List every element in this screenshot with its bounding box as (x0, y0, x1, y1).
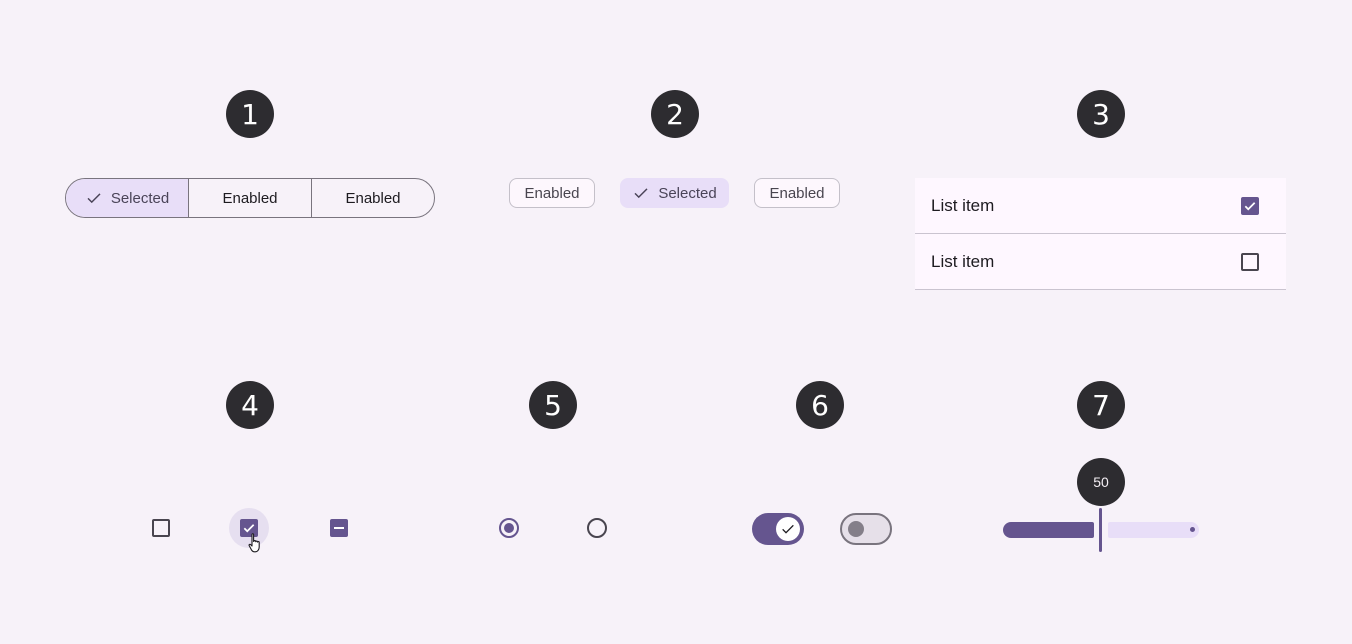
list-item-checkbox[interactable] (1241, 252, 1259, 271)
radio-selected[interactable] (499, 518, 519, 538)
switch-thumb (776, 517, 800, 541)
badge-5: 5 (529, 381, 577, 429)
badge-7: 7 (1077, 381, 1125, 429)
badge-6: 6 (796, 381, 844, 429)
segmented-button: Selected Enabled Enabled (65, 178, 435, 218)
list-item-label: List item (931, 195, 995, 215)
radio-dot (504, 523, 514, 533)
hand-cursor-icon (248, 533, 260, 553)
chip-label: Selected (658, 184, 717, 202)
switch-thumb (848, 521, 864, 537)
segment-label: Enabled (222, 189, 278, 207)
check-icon (782, 524, 794, 534)
segment-label: Selected (110, 189, 170, 207)
chip-label: Enabled (524, 184, 580, 202)
slider-handle[interactable] (1099, 508, 1102, 552)
segment-label: Enabled (345, 189, 401, 207)
check-icon (87, 193, 101, 204)
checkbox-indeterminate[interactable] (330, 519, 348, 537)
checkbox-list: List item List item (915, 178, 1286, 290)
filter-chip-selected[interactable]: Selected (620, 178, 729, 208)
list-item[interactable]: List item (915, 234, 1286, 290)
chip-label: Enabled (769, 184, 825, 202)
segment-selected[interactable]: Selected (66, 179, 188, 217)
check-icon (634, 188, 648, 199)
switch-on[interactable] (752, 513, 804, 545)
slider-active-track[interactable] (1003, 522, 1094, 538)
list-item-label: List item (931, 251, 995, 271)
badge-4: 4 (226, 381, 274, 429)
switch-off[interactable] (840, 513, 892, 545)
checkbox-unchecked[interactable] (152, 519, 170, 537)
badge-3: 3 (1077, 90, 1125, 138)
minus-icon (334, 527, 344, 529)
filter-chip-enabled-2[interactable]: Enabled (754, 178, 840, 208)
list-item[interactable]: List item (915, 178, 1286, 234)
badge-1: 1 (226, 90, 274, 138)
list-item-checkbox[interactable] (1241, 196, 1259, 215)
segment-enabled-1[interactable]: Enabled (188, 179, 311, 217)
slider-value-label: 50 (1077, 458, 1125, 506)
radio-unselected[interactable] (587, 518, 607, 538)
slider-inactive-track[interactable] (1108, 522, 1199, 538)
segment-enabled-2[interactable]: Enabled (311, 179, 434, 217)
filter-chip-enabled-1[interactable]: Enabled (509, 178, 595, 208)
slider-stop-indicator (1190, 527, 1195, 532)
badge-2: 2 (651, 90, 699, 138)
check-icon (1244, 201, 1256, 210)
